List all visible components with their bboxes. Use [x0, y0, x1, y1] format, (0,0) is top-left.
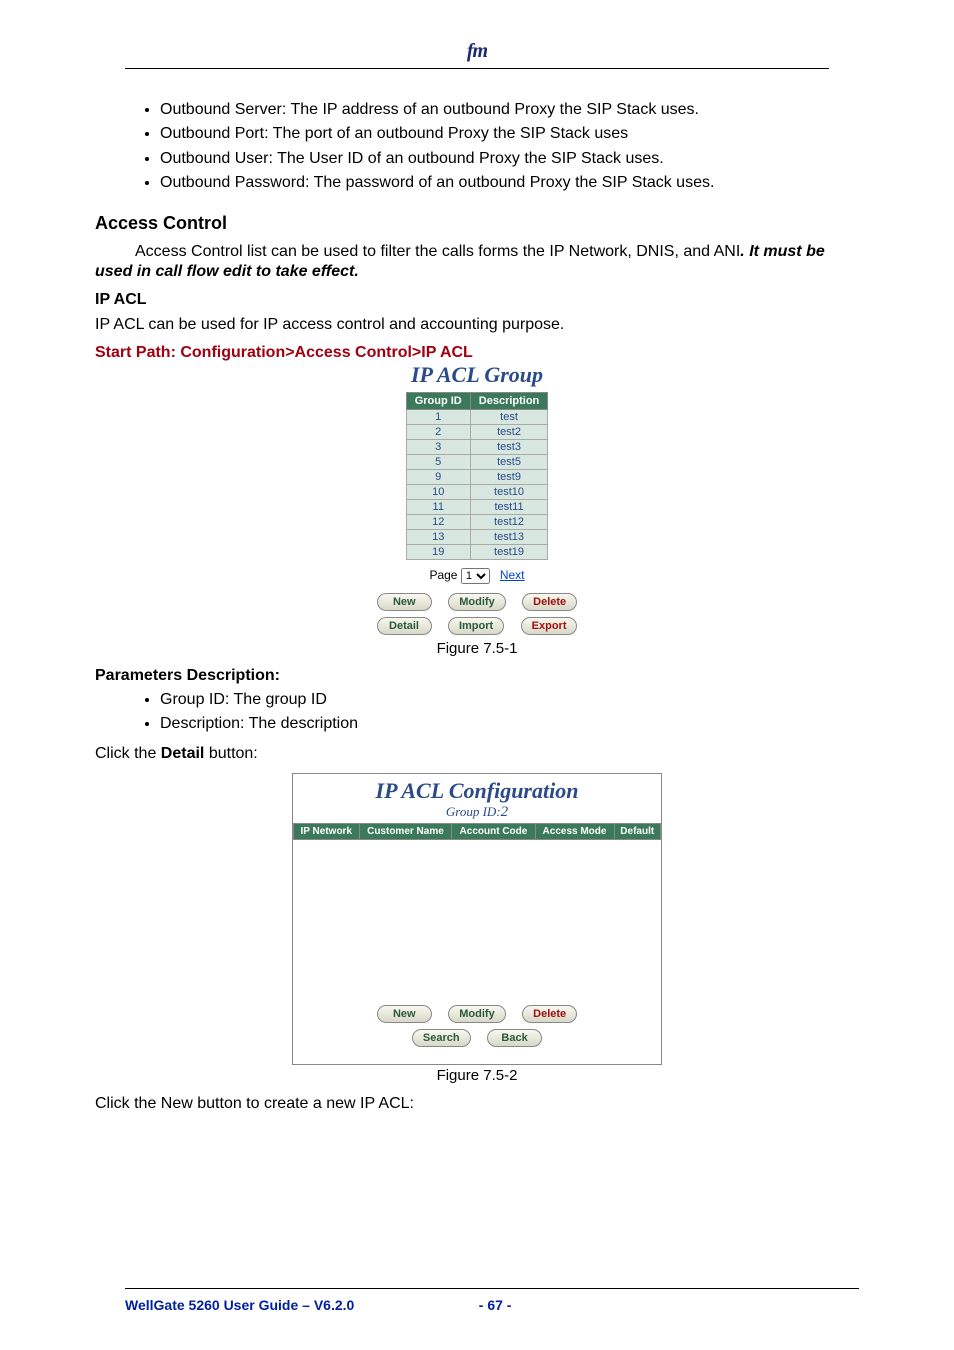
cell-id: 3 [406, 439, 470, 454]
cell-desc: test9 [470, 469, 548, 484]
col-group-id: Group ID [406, 392, 470, 409]
pager: Page 1 Next [342, 568, 612, 584]
cell-desc: test12 [470, 514, 548, 529]
new-button[interactable]: New [377, 593, 432, 611]
col-customer-name: Customer Name [359, 823, 452, 839]
col-ip-network: IP Network [294, 823, 360, 839]
bullet-item: Group ID: The group ID [160, 689, 859, 711]
cell-desc: test5 [470, 454, 548, 469]
figure-caption-1: Figure 7.5-1 [95, 640, 859, 657]
cell-desc: test10 [470, 484, 548, 499]
ipacl-group-title: IP ACL Group [342, 362, 612, 388]
export-button[interactable]: Export [521, 617, 578, 635]
bullet-item: Outbound Server: The IP address of an ou… [160, 99, 859, 121]
next-link[interactable]: Next [500, 568, 525, 582]
cell-id: 19 [406, 544, 470, 559]
col-account-code: Account Code [452, 823, 535, 839]
click-new-text: Click the New button to create a new IP … [95, 1094, 859, 1115]
pager-label: Page [429, 568, 457, 582]
modify-button[interactable]: Modify [448, 1005, 505, 1023]
table-row[interactable]: 11test11 [406, 499, 548, 514]
page-select[interactable]: 1 [461, 568, 490, 584]
cell-desc: test13 [470, 529, 548, 544]
footer-page-number: - 67 - [479, 1297, 512, 1313]
table-row[interactable]: 1test [406, 409, 548, 424]
delete-button[interactable]: Delete [522, 1005, 577, 1023]
modify-button[interactable]: Modify [448, 593, 505, 611]
ipacl-config-figure: IP ACL Configuration Group ID:2 IP Netwo… [292, 773, 662, 1065]
table-row[interactable]: 2test2 [406, 424, 548, 439]
figure-caption-2: Figure 7.5-2 [95, 1067, 859, 1084]
click-detail-a: Click the [95, 745, 161, 762]
cell-id: 11 [406, 499, 470, 514]
cell-desc: test11 [470, 499, 548, 514]
table-row[interactable]: 12test12 [406, 514, 548, 529]
table-row[interactable]: 13test13 [406, 529, 548, 544]
cell-id: 5 [406, 454, 470, 469]
cell-desc: test3 [470, 439, 548, 454]
outbound-bullet-list: Outbound Server: The IP address of an ou… [95, 99, 859, 195]
table-row[interactable]: 3test3 [406, 439, 548, 454]
subtitle-label: Group ID: [446, 804, 501, 819]
import-button[interactable]: Import [448, 617, 504, 635]
access-control-paragraph: Access Control list can be used to filte… [95, 242, 859, 284]
search-button[interactable]: Search [412, 1029, 471, 1047]
col-default: Default [614, 823, 661, 839]
detail-button[interactable]: Detail [377, 617, 432, 635]
back-button[interactable]: Back [487, 1029, 542, 1047]
cell-desc: test [470, 409, 548, 424]
logo-text: fm [467, 40, 487, 63]
ipacl-group-figure: IP ACL Group Group ID Description 1test … [342, 362, 612, 636]
parameters-heading: Parameters Description: [95, 667, 859, 685]
header-divider [125, 68, 829, 69]
section-heading-access-control: Access Control [95, 213, 859, 234]
col-description: Description [470, 392, 548, 409]
click-detail-b: Detail [161, 745, 205, 762]
table-row[interactable]: 5test5 [406, 454, 548, 469]
new-button[interactable]: New [377, 1005, 432, 1023]
cell-id: 1 [406, 409, 470, 424]
subtitle-value: 2 [501, 804, 509, 820]
ipacl-group-table: Group ID Description 1test 2test2 3test3… [406, 392, 549, 560]
para1-text: Access Control list can be used to filte… [135, 243, 740, 260]
click-detail-text: Click the Detail button: [95, 744, 859, 765]
table-row[interactable]: 10test10 [406, 484, 548, 499]
ipacl-config-title: IP ACL Configuration [293, 778, 661, 804]
cell-id: 13 [406, 529, 470, 544]
params-bullet-list: Group ID: The group ID Description: The … [95, 689, 859, 736]
bullet-item: Description: The description [160, 713, 859, 735]
footer-divider [125, 1288, 859, 1289]
ipacl-config-subtitle: Group ID:2 [293, 804, 661, 821]
footer-title: WellGate 5260 User Guide – V6.2.0 [125, 1297, 354, 1313]
cell-id: 10 [406, 484, 470, 499]
delete-button[interactable]: Delete [522, 593, 577, 611]
cell-id: 12 [406, 514, 470, 529]
config-header-row: IP Network Customer Name Account Code Ac… [293, 823, 661, 840]
page-footer: WellGate 5260 User Guide – V6.2.0 - 67 - [125, 1288, 859, 1315]
cell-id: 9 [406, 469, 470, 484]
ipacl-desc: IP ACL can be used for IP access control… [95, 315, 859, 336]
bullet-item: Outbound Port: The port of an outbound P… [160, 123, 859, 145]
table-row[interactable]: 9test9 [406, 469, 548, 484]
table-row[interactable]: 19test19 [406, 544, 548, 559]
col-access-mode: Access Mode [535, 823, 614, 839]
cell-id: 2 [406, 424, 470, 439]
cell-desc: test2 [470, 424, 548, 439]
config-empty-area [293, 840, 661, 1000]
ipacl-heading: IP ACL [95, 291, 859, 309]
bullet-item: Outbound User: The User ID of an outboun… [160, 148, 859, 170]
click-detail-c: button: [204, 745, 257, 762]
start-path: Start Path: Configuration>Access Control… [95, 344, 859, 362]
cell-desc: test19 [470, 544, 548, 559]
bullet-item: Outbound Password: The password of an ou… [160, 172, 859, 194]
